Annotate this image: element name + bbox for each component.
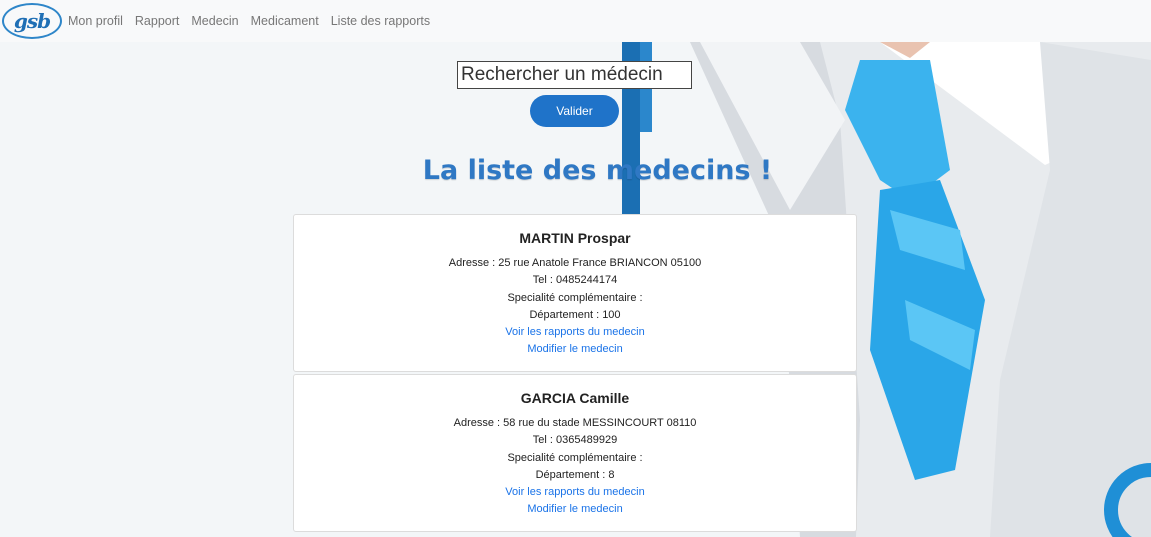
doctor-department: Département : 100: [529, 308, 621, 321]
nav-link-liste-des-rapports[interactable]: Liste des rapports: [331, 14, 430, 28]
doctor-phone: Tel : 0365489929: [532, 434, 618, 447]
nav-link-medecin[interactable]: Medecin: [191, 14, 238, 28]
view-reports-link[interactable]: Voir les rapports du medecin: [294, 324, 856, 341]
page-title: La liste des medecins !: [422, 155, 773, 186]
edit-doctor-link[interactable]: Modifier le medecin: [294, 501, 856, 518]
validate-search-button[interactable]: Valider: [530, 95, 619, 127]
doctor-address: Adresse : 25 rue Anatole France BRIANCON…: [448, 257, 702, 269]
top-navbar: gsb Mon profil Rapport Medecin Medicamen…: [0, 0, 1151, 42]
view-reports-link[interactable]: Voir les rapports du medecin: [294, 484, 856, 501]
nav-link-medicament[interactable]: Medicament: [251, 14, 319, 28]
doctor-card: MARTIN Prospar Adresse : 25 rue Anatole …: [293, 214, 857, 372]
doctor-card: GARCIA Camille Adresse : 58 rue du stade…: [293, 374, 857, 532]
doctor-phone: Tel : 0485244174: [532, 274, 618, 287]
doctor-specialty: Specialité complémentaire :: [507, 451, 643, 464]
doctor-search-input[interactable]: [457, 61, 692, 89]
nav-link-mon-profil[interactable]: Mon profil: [68, 14, 123, 28]
doctor-name: MARTIN Prospar: [519, 230, 631, 246]
doctor-name: GARCIA Camille: [520, 390, 630, 406]
nav-link-rapport[interactable]: Rapport: [135, 14, 179, 28]
doctor-list: MARTIN Prospar Adresse : 25 rue Anatole …: [293, 214, 857, 534]
doctor-address: Adresse : 58 rue du stade MESSINCOURT 08…: [453, 417, 697, 429]
edit-doctor-link[interactable]: Modifier le medecin: [294, 341, 856, 358]
gsb-logo[interactable]: gsb: [2, 3, 62, 39]
doctor-department: Département : 8: [535, 468, 615, 481]
doctor-specialty: Specialité complémentaire :: [507, 291, 643, 304]
